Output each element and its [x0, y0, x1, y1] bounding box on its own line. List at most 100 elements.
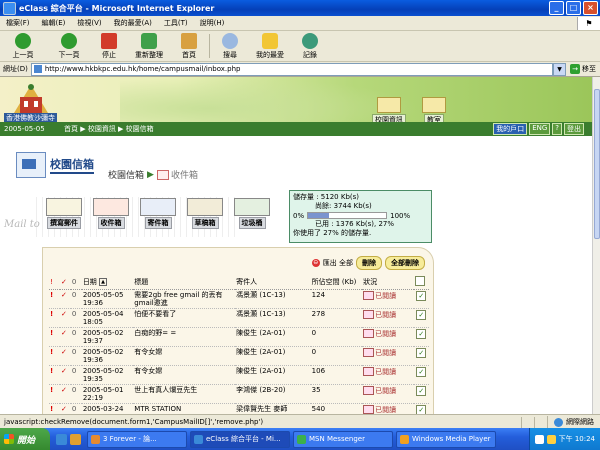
mail-select[interactable]: ✓ [413, 289, 429, 309]
start-button[interactable]: 開始 [0, 428, 50, 450]
row-checkbox[interactable]: ✓ [416, 310, 427, 320]
header-select-all[interactable] [413, 274, 429, 290]
drafts-icon [187, 198, 223, 216]
mail-select[interactable]: ✓ [413, 346, 429, 366]
row-checkbox[interactable]: ✓ [416, 348, 427, 358]
ie-quicklaunch-icon[interactable] [56, 433, 67, 445]
classroom-icon [422, 97, 446, 113]
mail-subject[interactable]: 需要2gb free gmail 的丟有 gmail邀進 [133, 289, 236, 309]
search-button[interactable]: 搜尋 [213, 32, 247, 60]
status-label: 已閱讀 [375, 348, 397, 357]
forward-arrow-icon [61, 32, 77, 49]
mail-subject[interactable]: 世上有真人爛豆先生 [133, 384, 236, 404]
mail-size: 35 [310, 384, 363, 404]
mail-date: 2005-05-02 19:36 [81, 346, 134, 366]
mail-subject[interactable]: 有令女嫦 [133, 365, 236, 385]
tray-icon[interactable] [534, 434, 544, 444]
language-button[interactable]: ENG [529, 123, 551, 135]
table-row[interactable]: ! ✓ 0 2005-05-05 19:36 需要2gb free gmail … [49, 289, 429, 309]
mail-select[interactable]: ✓ [413, 365, 429, 385]
address-dropdown-icon[interactable]: ▼ [553, 62, 566, 76]
table-row[interactable]: ! ✓ 0 2005-05-04 18:05 怕便不要看了 馮景灝 (1C-13… [49, 308, 429, 328]
table-row[interactable]: ! ✓ 0 2005-05-02 19:35 有令女嫦 陳俊生 (2A-01) … [49, 365, 429, 385]
close-button[interactable]: × [583, 1, 598, 15]
mail-sender: 陳俊生 (2A-01) [235, 346, 311, 366]
current-date: 2005-05-05 [4, 125, 45, 133]
taskbar-item-eclass[interactable]: eClass 綜合平台 - Mi... [190, 430, 290, 448]
mail-subject[interactable]: 怕便不要看了 [133, 308, 236, 328]
tray-icon[interactable] [546, 434, 556, 444]
toolbar-separator [209, 34, 210, 58]
delete-all-button[interactable]: 全部刪除 [385, 256, 425, 270]
header-sender[interactable]: 寄件人 [235, 274, 311, 290]
mail-select[interactable]: ✓ [413, 308, 429, 328]
inbox-button[interactable]: 收件箱 [91, 198, 131, 229]
delete-button[interactable]: 刪除 [356, 256, 382, 270]
outbox-button[interactable]: 寄件箱 [138, 198, 178, 229]
mail-subject[interactable]: 有令女嫦 [133, 346, 236, 366]
site-banner: 香港佛教沙彌寺 校園資訊 教室 [0, 77, 592, 126]
mail-subject[interactable]: MTR STATION [133, 403, 236, 414]
home-button[interactable]: 首頁 [172, 32, 206, 60]
maximize-button[interactable]: □ [566, 1, 581, 15]
compose-button[interactable]: 撰寫郵件 [44, 198, 84, 229]
header-status[interactable]: 狀況 [362, 274, 414, 290]
table-row[interactable]: ! ✓ 0 2005-05-02 19:37 白痴的野= = 陳俊生 (2A-0… [49, 327, 429, 347]
back-arrow-icon [15, 32, 31, 49]
favorites-button[interactable]: 我的最愛 [247, 32, 293, 60]
mail-size: 540 [310, 403, 363, 414]
header-title[interactable]: 標題 [133, 274, 236, 290]
scrollbar-thumb[interactable] [594, 89, 600, 239]
back-button[interactable]: 上一頁 [0, 32, 46, 60]
table-row[interactable]: ! ✓ 0 2005-03-24 MTR STATION 梁偉賢先生 麥師 54… [49, 403, 429, 414]
row-checkbox[interactable]: ✓ [416, 367, 427, 377]
header-date[interactable]: 日期 ▲ [81, 274, 134, 290]
taskbar-item-media-player[interactable]: Windows Media Player [396, 430, 496, 448]
read-check-icon: ✓ [59, 346, 71, 366]
header-size[interactable]: 所佔空間 (Kb) [310, 274, 363, 290]
mail-folder-buttons: 撰寫郵件 收件箱 寄件箱 草稿箱 垃圾桶 [44, 198, 272, 229]
envelope-open-icon [363, 291, 375, 300]
menu-file[interactable]: 檔案(F) [0, 18, 36, 28]
forward-button[interactable]: 下一頁 [46, 32, 92, 60]
explorer-quicklaunch-icon[interactable] [70, 433, 81, 445]
logout-button[interactable]: 登出 [564, 123, 584, 135]
mail-subject[interactable]: 白痴的野= = [133, 327, 236, 347]
table-row[interactable]: ! ✓ 0 2005-05-02 19:36 有令女嫦 陳俊生 (2A-01) … [49, 346, 429, 366]
history-button[interactable]: 記錄 [293, 32, 327, 60]
clock[interactable]: 下午 10:24 [559, 434, 595, 444]
go-button[interactable]: → 移至 [566, 64, 600, 74]
go-arrow-icon: → [570, 64, 580, 74]
mail-select[interactable]: ✓ [413, 384, 429, 404]
read-check-icon: ✓ [59, 308, 71, 328]
row-checkbox[interactable]: ✓ [416, 405, 427, 414]
menu-favorites[interactable]: 我的最愛(A) [108, 18, 158, 28]
address-input[interactable]: http://www.hkbkpc.edu.hk/home/campusmail… [30, 62, 553, 76]
taskbar-item-forever[interactable]: 3 Forever - 論... [87, 430, 187, 448]
table-row[interactable]: ! ✓ 0 2005-05-01 22:19 世上有真人爛豆先生 李鴻傑 (2B… [49, 384, 429, 404]
my-account-button[interactable]: 我的戶口 [493, 123, 528, 135]
menu-help[interactable]: 說明(H) [194, 18, 231, 28]
minimize-button[interactable]: _ [549, 1, 564, 15]
row-checkbox[interactable]: ✓ [416, 386, 427, 396]
select-all-checkbox[interactable] [414, 275, 425, 286]
row-checkbox[interactable]: ✓ [416, 291, 427, 301]
breadcrumb[interactable]: 首頁 ▶ 校園資訊 ▶ 校園信箱 [64, 124, 154, 134]
trash-button[interactable]: 垃圾桶 [232, 198, 272, 229]
menu-tools[interactable]: 工具(T) [158, 18, 194, 28]
mail-select[interactable]: ✓ [413, 327, 429, 347]
mail-status: 已閱讀 [362, 403, 414, 414]
export-all-link[interactable]: 匯出 全部 [323, 258, 353, 268]
stop-button[interactable]: 停止 [92, 32, 126, 60]
sort-icon[interactable]: ▲ [99, 277, 108, 286]
vertical-scrollbar[interactable] [592, 77, 600, 414]
help-button[interactable]: ? [552, 123, 562, 135]
menu-view[interactable]: 檢視(V) [71, 18, 107, 28]
row-checkbox[interactable]: ✓ [416, 329, 427, 339]
refresh-button[interactable]: 重新整理 [126, 32, 172, 60]
taskbar-item-msn[interactable]: MSN Messenger [293, 430, 393, 448]
drafts-button[interactable]: 草稿箱 [185, 198, 225, 229]
mail-select[interactable]: ✓ [413, 403, 429, 414]
menu-edit[interactable]: 編輯(E) [36, 18, 72, 28]
crumb-mailbox[interactable]: 校園信箱 [108, 168, 144, 181]
